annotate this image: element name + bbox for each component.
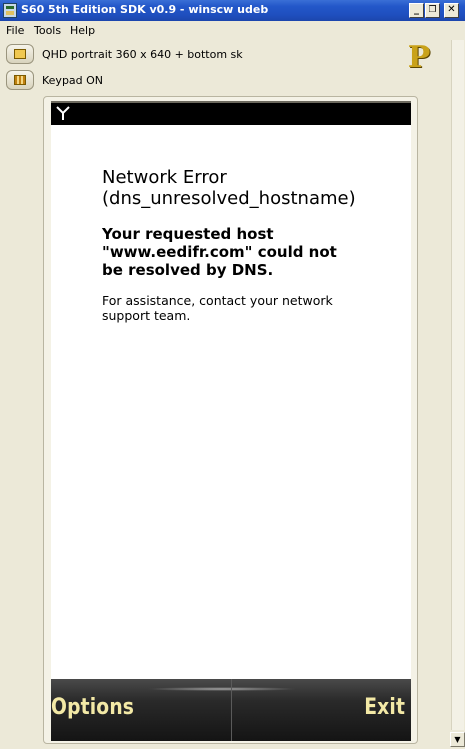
app-icon[interactable]: [3, 3, 17, 18]
exit-softkey[interactable]: Exit: [364, 695, 405, 720]
error-title-line2: (dns_unresolved_hostname): [102, 188, 356, 209]
help-text: For assistance, contact your network sup…: [102, 293, 333, 323]
softkey-divider: [231, 679, 232, 741]
error-content: Network Error (dns_unresolved_hostname) …: [102, 167, 382, 323]
keypad-icon: [14, 75, 26, 85]
minimize-button[interactable]: _: [409, 3, 424, 18]
softkey-bar: Options Exit: [51, 679, 411, 741]
scroll-track[interactable]: [451, 40, 464, 730]
close-button[interactable]: ✕: [444, 3, 459, 18]
options-softkey[interactable]: Options: [51, 695, 134, 720]
scroll-down-arrow-icon[interactable]: ▼: [450, 732, 465, 747]
menu-bar: File Tools Help: [0, 21, 465, 40]
resolution-button[interactable]: [6, 44, 34, 64]
keypad-button[interactable]: [6, 70, 34, 90]
status-bar: [51, 101, 411, 125]
restore-button[interactable]: ❐: [425, 3, 440, 18]
error-message: Your requested host "www.eedifr.com" cou…: [102, 225, 337, 279]
resolution-row: QHD portrait 360 x 640 + bottom sk: [0, 42, 465, 66]
error-title-line1: Network Error: [102, 167, 227, 188]
softkey-shine: [147, 687, 297, 691]
menu-tools[interactable]: Tools: [34, 24, 61, 37]
menu-file[interactable]: File: [6, 24, 24, 37]
menu-help[interactable]: Help: [70, 24, 95, 37]
phone-screen[interactable]: Network Error (dns_unresolved_hostname) …: [51, 101, 411, 741]
resolution-icon: [14, 49, 26, 59]
window-title: S60 5th Edition SDK v0.9 - winscw udeb: [21, 3, 269, 16]
vertical-scrollbar[interactable]: ▼: [449, 40, 465, 749]
antenna-icon: [56, 106, 70, 120]
window-titlebar: S60 5th Edition SDK v0.9 - winscw udeb _…: [0, 0, 465, 21]
keypad-label: Keypad ON: [42, 74, 104, 87]
p-logo: P: [407, 40, 431, 75]
keypad-row: Keypad ON: [0, 68, 465, 92]
resolution-label: QHD portrait 360 x 640 + bottom sk: [42, 48, 243, 61]
